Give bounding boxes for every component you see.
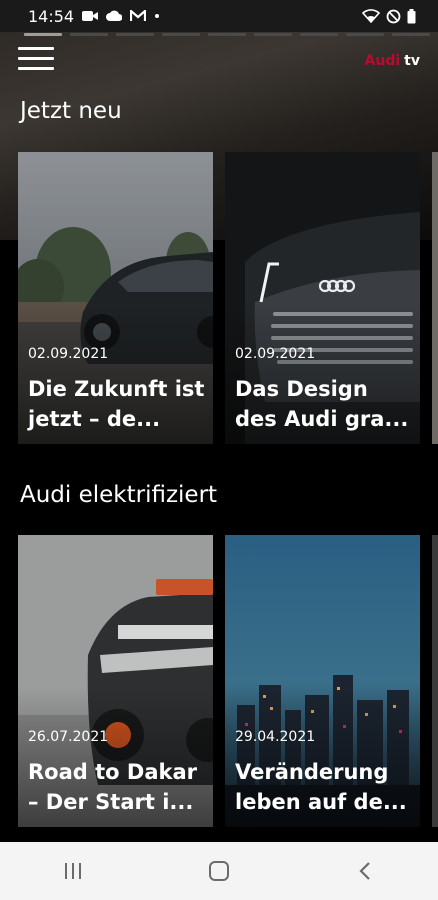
carousel-audi-elektrifiziert[interactable]: 26.07.2021 Road to Dakar – Der Start i..…: [18, 535, 438, 827]
story-progress-segment: [254, 33, 292, 36]
card-title: Die Zukunft ist jetzt – de...: [28, 377, 205, 431]
do-not-disturb-icon: [386, 9, 401, 23]
wifi-icon: [362, 9, 380, 23]
audi-tv-logo[interactable]: Audi tv: [365, 53, 420, 69]
dot-icon: [155, 14, 160, 18]
video-card[interactable]: 29.04.2021 Veränderung leben auf de...: [225, 535, 420, 827]
video-camera-icon: [82, 11, 99, 21]
back-icon[interactable]: [335, 851, 395, 891]
video-card[interactable]: 02.09.2021 Das Design des Audi gra...: [225, 152, 420, 444]
app-header: Audi tv: [0, 40, 438, 84]
video-card[interactable]: 26.07.2021 Road to Dakar – Der Start i..…: [18, 535, 213, 827]
story-progress-segment: [392, 33, 430, 36]
story-progress-segment: [162, 33, 200, 36]
card-title: Veränderung leben auf de...: [235, 760, 407, 814]
carousel-jetzt-neu[interactable]: 02.09.2021 Die Zukunft ist jetzt – de...…: [18, 152, 438, 444]
card-title: Road to Dakar – Der Start i...: [28, 760, 197, 814]
story-progress-segment: [346, 33, 384, 36]
story-progress-bars: [24, 33, 430, 37]
video-card[interactable]: 02.09.2021 Die Zukunft ist jetzt – de...: [18, 152, 213, 444]
recent-apps-icon[interactable]: [43, 851, 103, 891]
cloud-icon: [106, 10, 123, 21]
video-card[interactable]: [432, 535, 438, 827]
battery-icon: [407, 8, 416, 23]
hamburger-menu-icon[interactable]: [18, 47, 54, 75]
card-date: 29.04.2021: [235, 729, 316, 745]
story-progress-segment: [70, 33, 108, 36]
story-progress-segment: [116, 33, 154, 36]
status-time: 14:54: [28, 6, 75, 26]
status-bar: 14:54: [0, 0, 438, 32]
gmail-icon: [130, 10, 147, 21]
video-card[interactable]: [432, 152, 438, 444]
card-date: 02.09.2021: [235, 346, 316, 362]
card-title: Das Design des Audi gra...: [235, 377, 409, 431]
story-progress-segment: [208, 33, 246, 36]
logo-brand: Audi: [364, 53, 401, 69]
system-navigation-bar: [0, 842, 438, 900]
story-progress-segment: [300, 33, 338, 36]
card-date: 26.07.2021: [28, 729, 109, 745]
story-progress-segment: [24, 33, 62, 36]
logo-suffix: tv: [404, 53, 420, 69]
card-date: 02.09.2021: [28, 346, 109, 362]
section-title-audi-elektrifiziert: Audi elektrifiziert: [20, 482, 218, 508]
home-icon[interactable]: [189, 851, 249, 891]
section-title-jetzt-neu: Jetzt neu: [20, 98, 122, 124]
